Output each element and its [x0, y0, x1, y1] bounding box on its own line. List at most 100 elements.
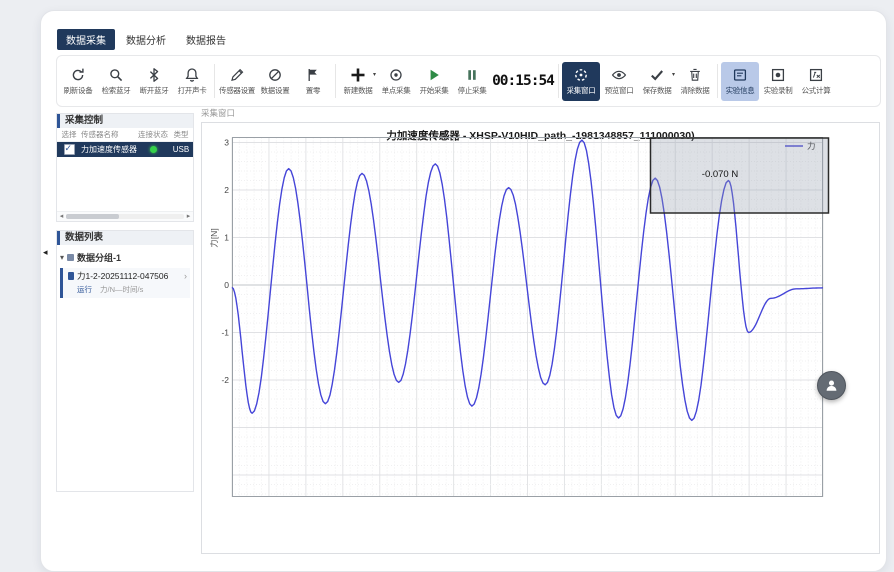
formula-icon	[808, 67, 824, 83]
target-icon	[388, 67, 404, 83]
pencil-icon	[229, 67, 245, 83]
toolbar-button-label: 实验信息	[726, 85, 755, 96]
sidebar-collapse-arrow-icon[interactable]: ◂	[43, 247, 48, 258]
start-capture-button[interactable]: 开始采集	[415, 62, 453, 101]
y-tick-label: -2	[221, 375, 229, 385]
sensor-checkbox[interactable]: ✓	[64, 144, 75, 155]
y-tick-label: 3	[224, 138, 229, 148]
chart-panel: 力加速度传感器 - XHSP-V10HID_path_-1981348857_1…	[201, 122, 880, 554]
toolbar-button-label: 开始采集	[420, 85, 449, 96]
hscroll-track[interactable]	[66, 214, 184, 219]
search-bluetooth-button[interactable]: 检索蓝牙	[97, 62, 135, 101]
annotation-value: -0.070 N	[702, 169, 739, 180]
pause-icon	[464, 67, 480, 83]
experiment-record-button[interactable]: 实验录制	[759, 62, 797, 101]
data-list-title: 数据列表	[65, 232, 103, 243]
experiment-info-button[interactable]: 实验信息	[721, 62, 759, 101]
refresh-device-button[interactable]: 刷新设备	[59, 62, 97, 101]
single-point-capture-button[interactable]: 单点采集	[377, 62, 415, 101]
section-header-data-list: 数据列表	[57, 231, 193, 245]
toolbar-button-label: 打开声卡	[178, 85, 207, 96]
col-connection-status: 连接状态	[137, 129, 169, 140]
record-icon	[770, 67, 786, 83]
toolbar-button-label: 传感器设置	[219, 85, 255, 96]
y-axis-label: 力[N]	[210, 228, 219, 247]
data-group-row[interactable]: ▾ 数据分组-1	[60, 250, 190, 264]
y-tick-label: 1	[224, 233, 229, 243]
data-item-status: 运行	[77, 284, 92, 295]
search-icon	[108, 67, 124, 83]
sensor-name: 力加速度传感器	[81, 144, 137, 155]
force-time-chart[interactable]: 3210-1-2力[N]力-0.070 N	[210, 137, 830, 497]
sensor-settings-button[interactable]: 传感器设置	[218, 62, 256, 101]
eye-icon	[611, 67, 627, 83]
assistant-button[interactable]	[817, 371, 846, 400]
toolbar-separator	[717, 64, 718, 98]
capture-timer: 00:15:54	[491, 73, 555, 89]
sensor-row[interactable]: ✓ 力加速度传感器 USB	[57, 142, 193, 157]
y-tick-label: 2	[224, 185, 229, 195]
new-data-button[interactable]: ▾新建数据	[339, 62, 377, 101]
toolbar-button-label: 检索蓝牙	[102, 85, 131, 96]
bluetooth-icon	[146, 67, 162, 83]
col-type: 类型	[169, 129, 193, 140]
main-toolbar: 刷新设备检索蓝牙断开蓝牙打开声卡 传感器设置数据设置 置零 ▾新建数据单点采集开始采集…	[56, 55, 881, 107]
col-sensor-name: 传感器名称	[81, 129, 137, 140]
data-item-row[interactable]: 力1-2-20251112-047506 › 运行 力/N—时间/s	[60, 268, 190, 298]
data-list-section: 数据列表 ▾ 数据分组-1 力1-2-20251112-047506 › 运行	[56, 230, 194, 492]
sensor-type: USB	[169, 145, 193, 154]
toolbar-button-label: 新建数据	[344, 85, 373, 96]
toolbar-button-label: 清除数据	[681, 85, 710, 96]
toolbar-button-label: 置零	[306, 85, 320, 96]
col-select: 选择	[57, 129, 81, 140]
circle-slash-icon	[267, 67, 283, 83]
toolbar-button-label: 保存数据	[643, 85, 672, 96]
disconnect-bluetooth-button[interactable]: 断开蓝牙	[135, 62, 173, 101]
caret-down-icon: ▾	[373, 71, 376, 78]
tab-data-analysis[interactable]: 数据分析	[117, 29, 175, 50]
clear-data-button[interactable]: 清除数据	[676, 62, 714, 101]
toolbar-button-label: 刷新设备	[64, 85, 93, 96]
toolbar-button-label: 断开蓝牙	[140, 85, 169, 96]
capture-window-button[interactable]: 采集窗口	[562, 62, 600, 101]
folder-icon	[67, 254, 74, 261]
note-icon	[732, 67, 748, 83]
save-data-button[interactable]: ▾保存数据	[638, 62, 676, 101]
toolbar-separator	[214, 64, 215, 98]
refresh-icon	[70, 67, 86, 83]
open-soundcard-button[interactable]: 打开声卡	[173, 62, 211, 101]
capture-window-area: 采集窗口 力加速度传感器 - XHSP-V10HID_path_-1981348…	[201, 107, 880, 554]
capture-window-label: 采集窗口	[201, 107, 880, 119]
toolbar-button-label: 实验录制	[764, 85, 793, 96]
data-group-label: 数据分组-1	[77, 251, 121, 264]
toolbar-button-label: 预览窗口	[605, 85, 634, 96]
collect-control-title: 采集控制	[65, 115, 103, 126]
hscroll-thumb[interactable]	[66, 214, 119, 219]
plus-icon	[350, 67, 366, 83]
caret-down-icon: ▾	[60, 253, 64, 262]
tab-data-capture[interactable]: 数据采集	[57, 29, 115, 50]
trash-icon	[687, 67, 703, 83]
collect-control-section: 采集控制 选择 传感器名称 连接状态 类型 ✓ 力加速度传感器 USB ◂ ▸	[56, 113, 194, 222]
formula-calc-button[interactable]: 公式计算	[797, 62, 835, 101]
dashed-circle-icon	[573, 67, 589, 83]
scroll-right-icon[interactable]: ▸	[184, 212, 193, 221]
y-tick-label: -1	[221, 328, 229, 338]
left-panel: 采集控制 选择 传感器名称 连接状态 类型 ✓ 力加速度传感器 USB ◂ ▸	[56, 113, 194, 492]
measurement-annotation-box[interactable]	[651, 138, 829, 213]
data-settings-button[interactable]: 数据设置	[256, 62, 294, 101]
tab-data-report[interactable]: 数据报告	[177, 29, 235, 50]
toolbar-button-label: 公式计算	[802, 85, 831, 96]
preview-window-button[interactable]: 预览窗口	[600, 62, 638, 101]
toolbar-button-label: 数据设置	[261, 85, 290, 96]
check-icon	[649, 67, 665, 83]
toolbar-button-label: 单点采集	[382, 85, 411, 96]
toolbar-separator	[558, 64, 559, 98]
sensor-table-hscrollbar[interactable]: ◂ ▸	[57, 211, 193, 221]
flag-icon	[305, 67, 321, 83]
set-zero-button[interactable]: 置零	[294, 62, 332, 101]
data-file-icon	[68, 272, 74, 280]
toolbar-separator	[335, 64, 336, 98]
stop-capture-button[interactable]: 停止采集	[453, 62, 491, 101]
scroll-left-icon[interactable]: ◂	[57, 212, 66, 221]
